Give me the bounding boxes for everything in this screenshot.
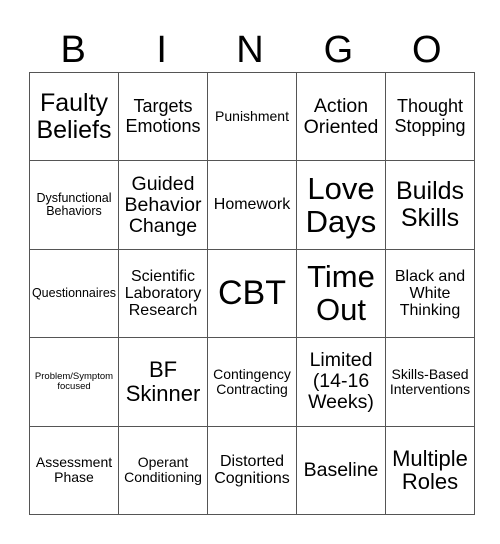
bingo-cell[interactable]: Distorted Cognitions	[207, 425, 297, 516]
bingo-cell[interactable]: Thought Stopping	[385, 71, 475, 162]
grid-row: Questionnaires Scientific Laboratory Res…	[29, 248, 475, 339]
bingo-cell[interactable]: Builds Skills	[385, 160, 475, 250]
grid-row: Dysfunctional Behaviors Guided Behavior …	[29, 160, 475, 250]
bingo-cell[interactable]: Action Oriented	[296, 71, 386, 162]
bingo-grid: Faulty Beliefs Targets Emotions Punishme…	[29, 71, 475, 516]
bingo-cell[interactable]: Punishment	[207, 71, 297, 162]
bingo-cell[interactable]: Problem/Symptom focused	[29, 337, 119, 427]
header-letter-i: I	[156, 29, 167, 71]
bingo-cell[interactable]: Skills-Based Interventions	[385, 337, 475, 427]
bingo-cell[interactable]: Assessment Phase	[29, 425, 119, 516]
bingo-cell[interactable]: Guided Behavior Change	[118, 160, 208, 250]
grid-row: Faulty Beliefs Targets Emotions Punishme…	[29, 71, 475, 162]
bingo-cell[interactable]: Contingency Contracting	[207, 337, 297, 427]
bingo-cell[interactable]: Targets Emotions	[118, 71, 208, 162]
bingo-cell[interactable]: Baseline	[296, 425, 386, 516]
header-letter-n: N	[236, 29, 264, 71]
bingo-cell[interactable]: Homework	[207, 160, 297, 250]
header-letter-g: G	[323, 29, 354, 71]
bingo-cell[interactable]: Scientific Laboratory Research	[118, 248, 208, 339]
grid-row: Problem/Symptom focused BF Skinner Conti…	[29, 337, 475, 427]
bingo-cell[interactable]: Faulty Beliefs	[29, 71, 119, 162]
grid-row: Assessment Phase Operant Conditioning Di…	[29, 425, 475, 516]
header-letter-o: O	[412, 29, 442, 71]
bingo-cell[interactable]: Time Out	[296, 248, 386, 339]
header-letter-b: B	[60, 29, 86, 71]
bingo-cell[interactable]: Multiple Roles	[385, 425, 475, 516]
bingo-header: B I N G O	[29, 28, 471, 72]
bingo-cell[interactable]: Dysfunctional Behaviors	[29, 160, 119, 250]
bingo-cell[interactable]: Black and White Thinking	[385, 248, 475, 339]
bingo-cell[interactable]: Questionnaires	[29, 248, 119, 339]
free-space-cell[interactable]: CBT	[207, 248, 297, 339]
bingo-cell[interactable]: BF Skinner	[118, 337, 208, 427]
bingo-cell[interactable]: Love Days	[296, 160, 386, 250]
bingo-cell[interactable]: Operant Conditioning	[118, 425, 208, 516]
bingo-cell[interactable]: Limited (14-16 Weeks)	[296, 337, 386, 427]
